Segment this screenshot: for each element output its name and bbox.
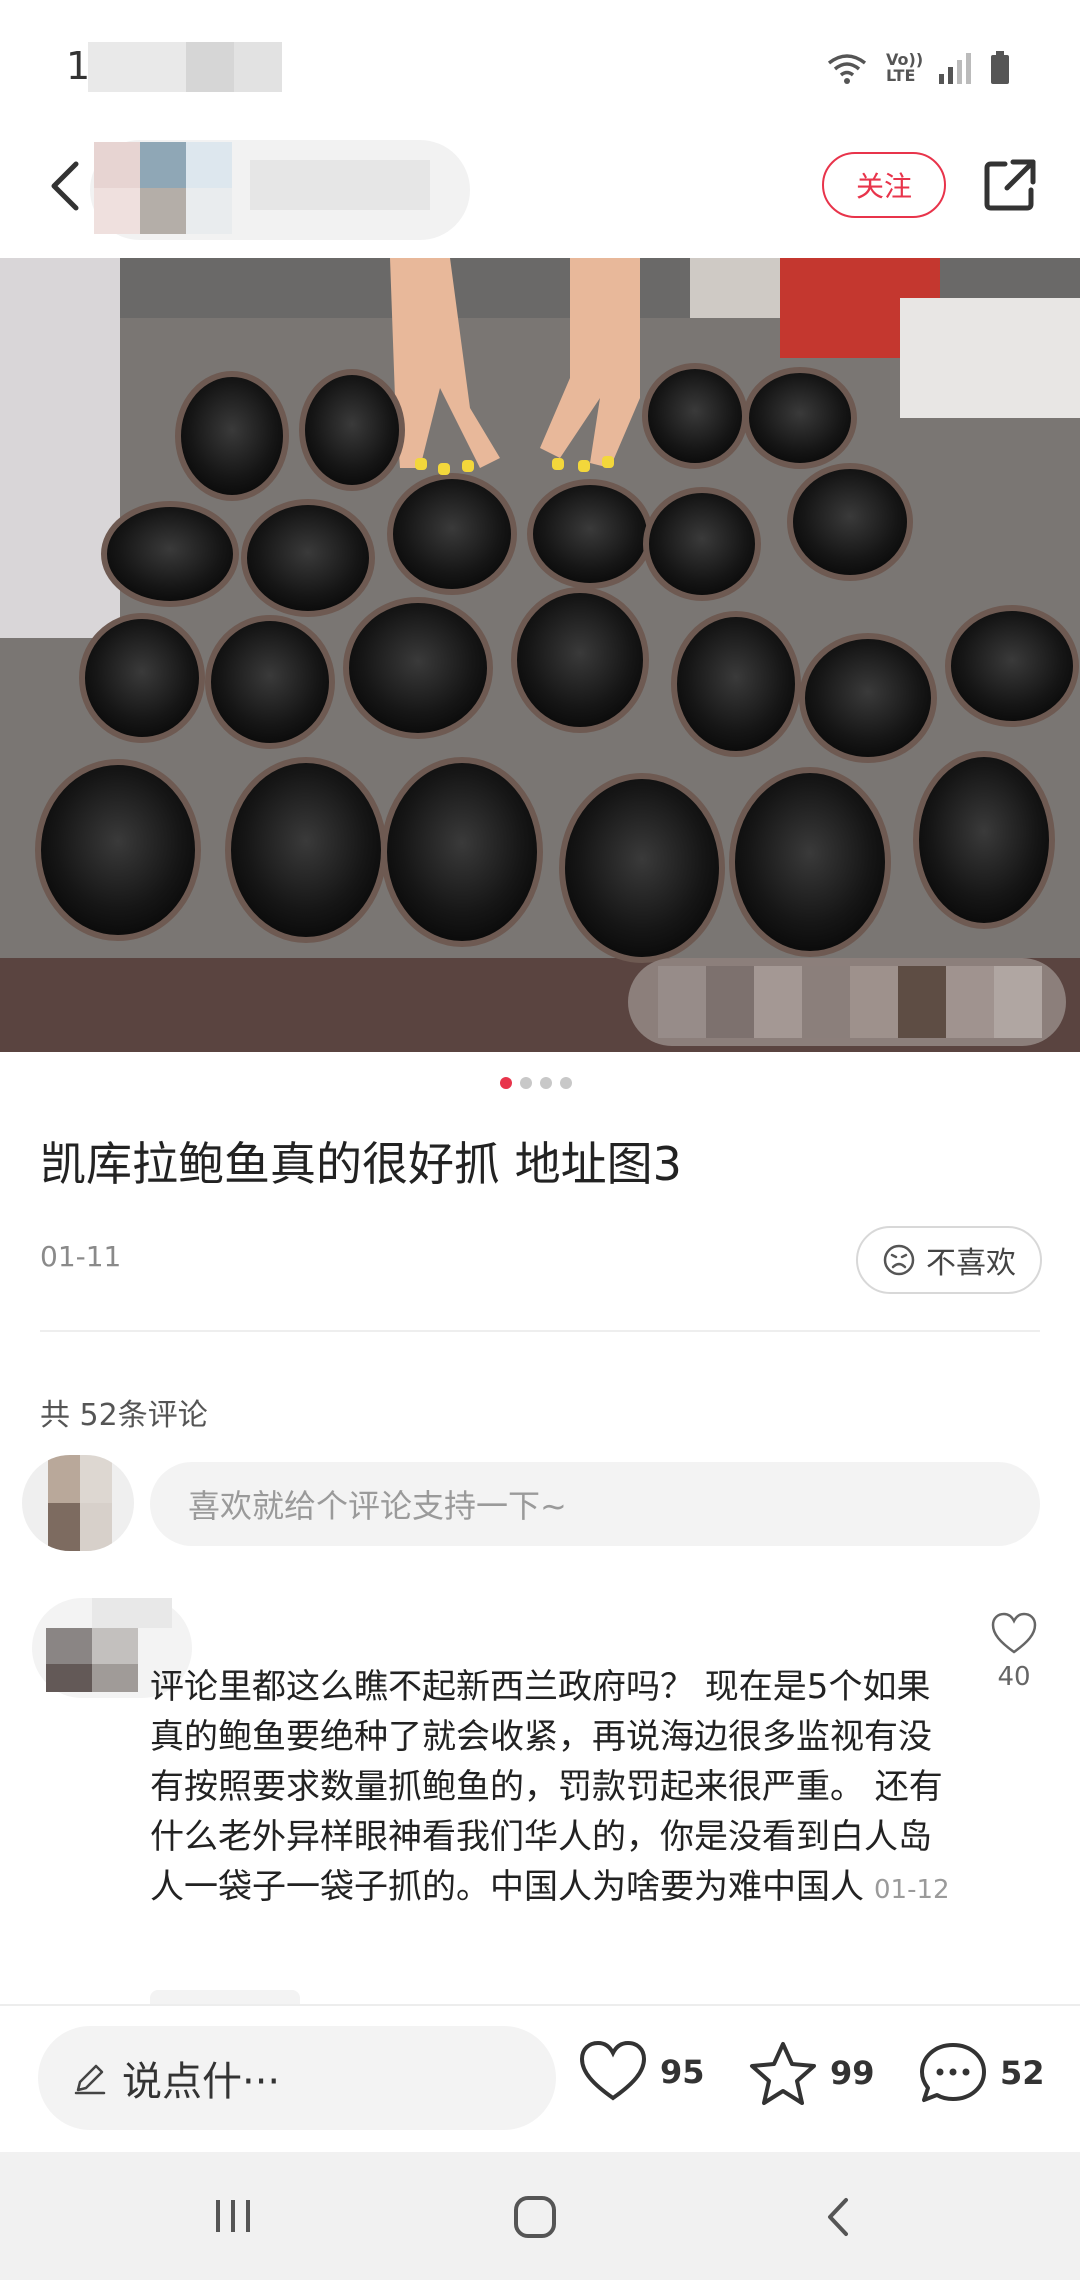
dislike-face-icon: [883, 1244, 915, 1276]
home-icon[interactable]: [512, 2194, 558, 2240]
avatar: [22, 1455, 134, 1551]
say-something-input[interactable]: 说点什···: [38, 2026, 556, 2130]
post-title: 凯库拉鲍鱼真的很好抓 地址图3: [40, 1137, 682, 1191]
comment-input[interactable]: 喜欢就给个评论支持一下~: [150, 1462, 1040, 1546]
comment-button[interactable]: 52: [918, 2040, 1045, 2106]
recent-apps-icon[interactable]: [210, 2196, 256, 2236]
battery-icon: [991, 51, 1009, 84]
nav-back-icon[interactable]: [820, 2194, 856, 2240]
say-something-label: 说点什···: [122, 2059, 281, 2105]
signal-icon: [939, 53, 971, 84]
status-time-blur: [88, 42, 282, 92]
heart-icon: [991, 1612, 1037, 1654]
carousel-dot[interactable]: [540, 1077, 552, 1089]
favorite-button[interactable]: 99: [748, 2040, 875, 2106]
reply-tag-partial: [150, 1990, 300, 2004]
dislike-button[interactable]: 不喜欢: [856, 1226, 1042, 1294]
comment-date: 01-12: [874, 1875, 950, 1905]
star-icon: [750, 2042, 816, 2105]
follow-button[interactable]: 关注: [822, 152, 946, 218]
favorite-count: 99: [830, 2054, 875, 2092]
system-nav-bar: [0, 2152, 1080, 2280]
comment-like-count: 40: [997, 1662, 1031, 1692]
status-icons: Vo)) LTE: [826, 46, 1010, 90]
comment-count: 52: [1000, 2054, 1045, 2092]
author-info-blurred[interactable]: [90, 130, 470, 250]
carousel-dot[interactable]: [500, 1077, 512, 1089]
comment-content: 评论里都这么瞧不起新西兰政府吗？ 现在是5个如果真的鲍鱼要绝种了就会收紧，再说海…: [150, 1667, 943, 1907]
dislike-label: 不喜欢: [926, 1246, 1016, 1281]
share-icon[interactable]: [975, 150, 1045, 220]
heart-icon: [579, 2040, 647, 2101]
watermark-blurred: [628, 958, 1066, 1046]
divider: [40, 1330, 1040, 1332]
like-count: 95: [660, 2053, 705, 2091]
status-bar: 16:0 Vo)) LTE: [0, 0, 1080, 130]
comments-count: 共 52条评论: [40, 1398, 208, 1433]
carousel-indicator: [500, 1077, 572, 1089]
carousel-dot[interactable]: [560, 1077, 572, 1089]
comment-like-button[interactable]: 40: [986, 1612, 1042, 1692]
comment-bubble-icon: [920, 2043, 986, 2102]
comment-text: 评论里都这么瞧不起新西兰政府吗？ 现在是5个如果真的鲍鱼要绝种了就会收紧，再说海…: [150, 1662, 950, 1915]
post-date: 01-11: [40, 1240, 122, 1273]
pencil-icon: [74, 2064, 106, 2095]
network-label: Vo)) LTE: [886, 50, 924, 85]
carousel-dot[interactable]: [520, 1077, 532, 1089]
post-photo[interactable]: [0, 258, 1080, 1052]
wifi-icon: [827, 54, 867, 84]
like-button[interactable]: 95: [578, 2040, 705, 2104]
abalone-photo: [0, 258, 1080, 1052]
